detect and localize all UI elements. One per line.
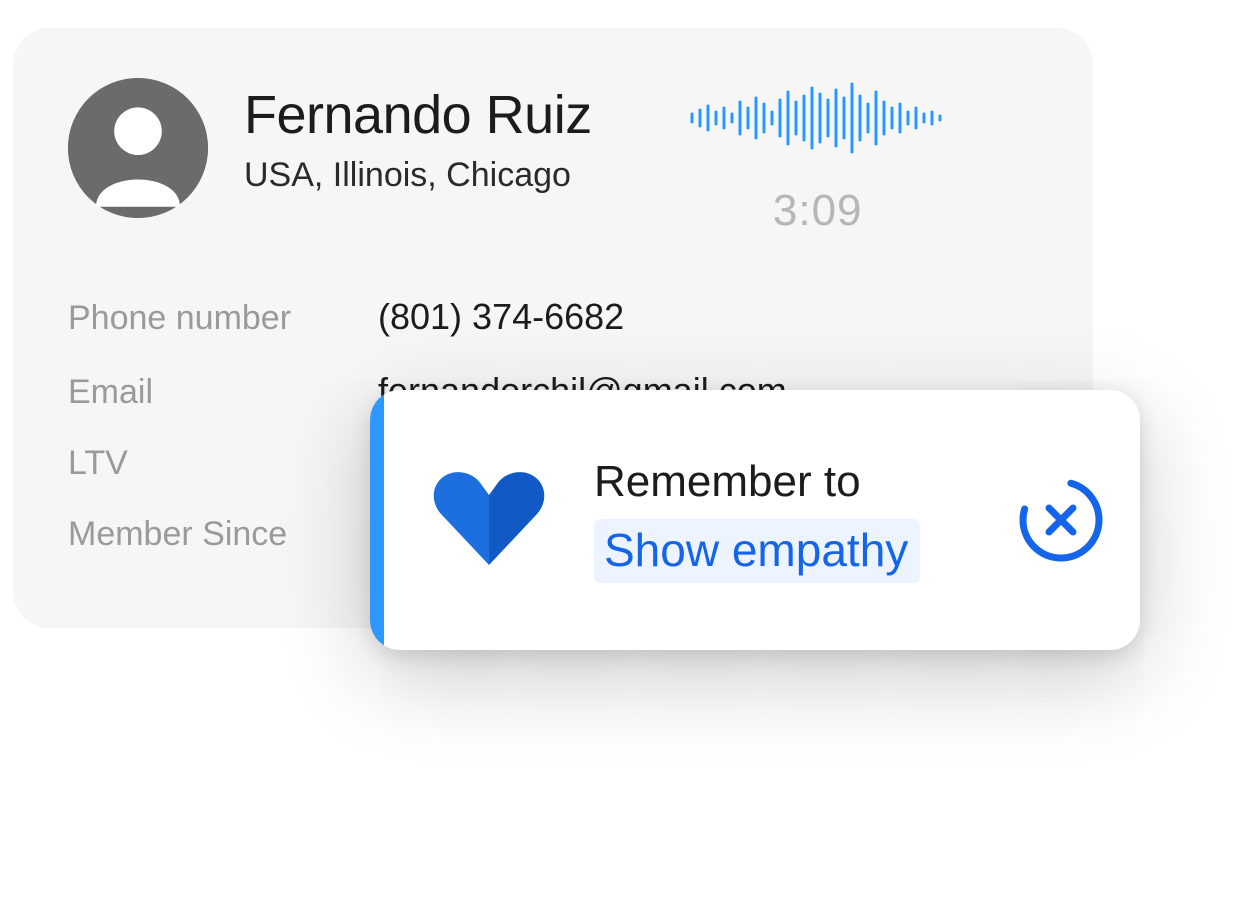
tip-line2: Show empathy	[594, 519, 920, 583]
avatar	[68, 78, 208, 218]
tip-text: Remember to Show empathy	[594, 457, 1006, 583]
heart-icon	[414, 470, 564, 570]
detail-row-phone: Phone number (801) 374-6682	[68, 296, 1038, 338]
email-label: Email	[68, 373, 378, 412]
contact-header: Fernando Ruiz USA, Illinois, Chicago	[68, 78, 1038, 236]
tip-line1: Remember to	[594, 457, 1006, 507]
contact-location: USA, Illinois, Chicago	[244, 156, 592, 195]
phone-label: Phone number	[68, 299, 378, 338]
phone-value: (801) 374-6682	[378, 296, 624, 338]
close-button[interactable]	[1006, 477, 1116, 563]
person-icon	[68, 78, 208, 218]
call-timer: 3:09	[773, 186, 863, 236]
tip-accent-bar	[370, 390, 384, 650]
tip-card: Remember to Show empathy	[370, 390, 1140, 650]
contact-name: Fernando Ruiz	[244, 84, 592, 146]
member-since-label: Member Since	[68, 515, 378, 554]
waveform-icon	[688, 78, 948, 158]
close-icon	[1018, 477, 1104, 563]
call-audio-block: 3:09	[688, 78, 948, 236]
name-block: Fernando Ruiz USA, Illinois, Chicago	[244, 78, 592, 195]
ltv-label: LTV	[68, 444, 378, 483]
